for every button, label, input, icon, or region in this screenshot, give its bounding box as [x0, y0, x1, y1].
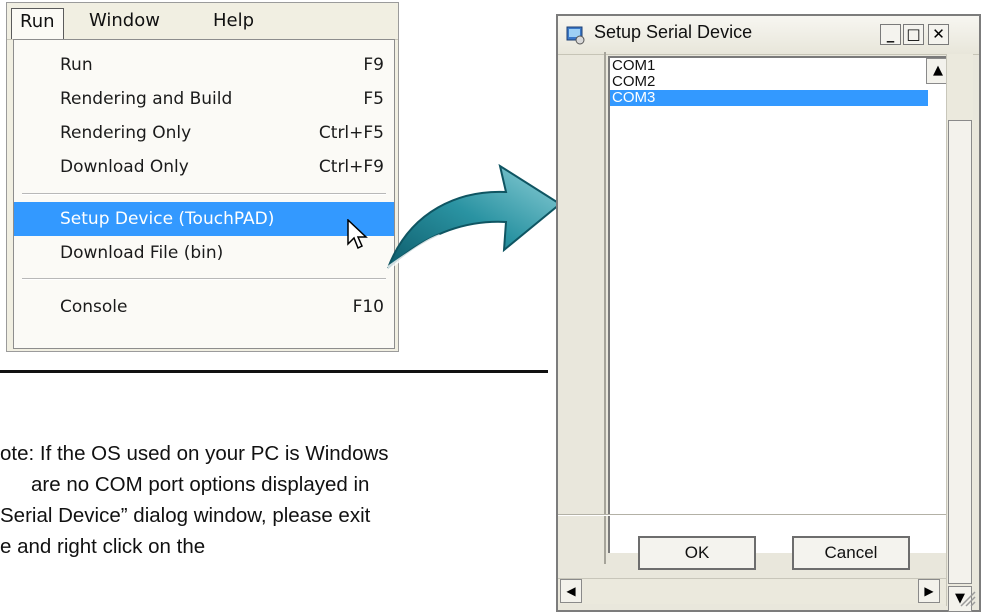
menu-item-setup-device[interactable]: Setup Device (TouchPAD) [14, 202, 394, 236]
com-port-listbox[interactable]: COM1 COM2 COM3 ▲ [608, 56, 950, 553]
scroll-right-button[interactable]: ▶ [918, 579, 940, 603]
dialog-titlebar[interactable]: Setup Serial Device _ □ ✕ [558, 16, 979, 55]
horizontal-rule [0, 370, 548, 373]
menu-item-shortcut: F9 [363, 55, 384, 75]
menu-item-label: Run [60, 55, 93, 75]
menu-window[interactable]: Window [81, 8, 168, 34]
note-line: Serial Device” dialog window, please exi… [0, 504, 371, 527]
menu-item-label: Download Only [60, 157, 189, 177]
menu-item-shortcut: F10 [352, 297, 384, 317]
horizontal-scrollbar[interactable]: ◀ ▶ [558, 578, 946, 604]
com-port-list: COM1 COM2 COM3 [610, 58, 928, 106]
menubar: Run Window Help [7, 3, 398, 40]
menu-item-shortcut: F5 [363, 89, 384, 109]
note-line: e and right click on the [0, 535, 206, 558]
menu-item-rendering-and-build[interactable]: Rendering and Build F5 [14, 82, 394, 116]
ok-label: OK [684, 543, 710, 562]
menu-item-label: Setup Device (TouchPAD) [60, 209, 275, 229]
menu-item-shortcut: Ctrl+F9 [318, 157, 384, 177]
setup-serial-device-dialog: Setup Serial Device _ □ ✕ COM1 COM2 COM3… [556, 14, 981, 612]
scroll-left-button[interactable]: ◀ [560, 579, 582, 603]
menu-separator [22, 193, 386, 195]
menu-item-label: Rendering and Build [60, 89, 233, 109]
close-button[interactable]: ✕ [928, 24, 949, 45]
menu-item-console[interactable]: Console F10 [14, 290, 394, 324]
menu-item-label: Rendering Only [60, 123, 192, 143]
menu-separator [22, 278, 386, 280]
menu-item-download-only[interactable]: Download Only Ctrl+F9 [14, 150, 394, 184]
panel-divider [604, 52, 606, 564]
curved-arrow-icon [386, 163, 562, 270]
app-icon [566, 26, 585, 45]
minimize-button[interactable]: _ [880, 24, 901, 45]
menu-item-label: Console [60, 297, 128, 317]
note-line: ote: If the OS used on your PC is Window… [0, 442, 389, 465]
scroll-thumb[interactable] [948, 120, 972, 584]
list-item-com2[interactable]: COM2 [610, 74, 928, 90]
menu-item-label: Download File (bin) [60, 243, 224, 263]
list-item-com1[interactable]: COM1 [610, 58, 928, 74]
menu-item-rendering-only[interactable]: Rendering Only Ctrl+F5 [14, 116, 394, 150]
vertical-scrollbar[interactable]: ▼ [946, 54, 973, 612]
cancel-button[interactable]: Cancel [792, 536, 910, 570]
maximize-button[interactable]: □ [903, 24, 924, 45]
menu-help[interactable]: Help [205, 8, 262, 34]
menu-item-download-file[interactable]: Download File (bin) [14, 236, 394, 270]
run-dropdown-menu: Run F9 Rendering and Build F5 Rendering … [13, 39, 395, 349]
ok-button[interactable]: OK [638, 536, 756, 570]
menu-item-run[interactable]: Run F9 [14, 48, 394, 82]
button-bar-divider [558, 514, 946, 516]
mouse-cursor-icon [347, 219, 368, 250]
resize-grip-icon[interactable] [955, 586, 977, 608]
menu-item-shortcut: Ctrl+F5 [318, 123, 384, 143]
cancel-label: Cancel [824, 543, 878, 562]
list-item-com3[interactable]: COM3 [610, 90, 928, 106]
menu-screenshot: Run Window Help Run F9 Rendering and Bui… [6, 2, 399, 352]
dialog-title: Setup Serial Device [594, 22, 753, 42]
note-line: are no COM port options displayed in [31, 473, 370, 496]
menu-run[interactable]: Run [11, 8, 64, 39]
